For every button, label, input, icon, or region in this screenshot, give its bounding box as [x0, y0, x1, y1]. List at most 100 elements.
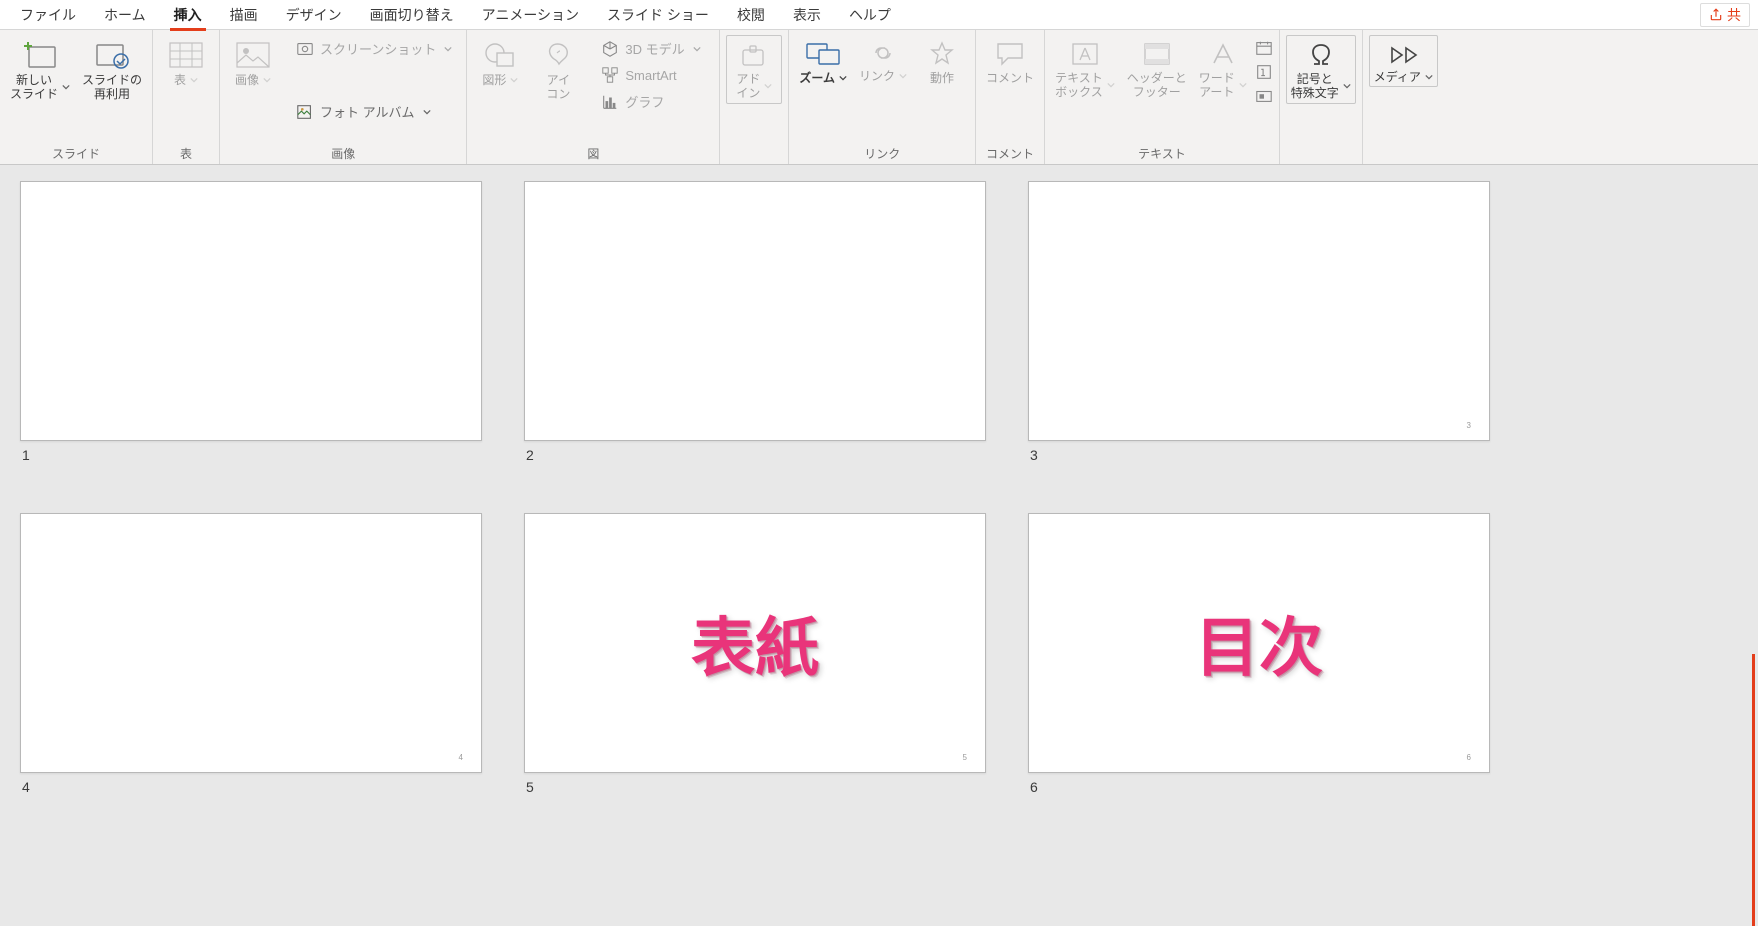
slide-item[interactable]: 2	[524, 181, 988, 463]
tab-file[interactable]: ファイル	[6, 0, 90, 30]
header-footer-icon	[1142, 41, 1172, 67]
textbox-button[interactable]: テキスト ボックス	[1051, 35, 1119, 102]
new-slide-button[interactable]: 新しい スライド	[6, 35, 74, 104]
tab-view[interactable]: 表示	[779, 0, 835, 30]
tab-review[interactable]: 校閲	[723, 0, 779, 30]
chart-button[interactable]: グラフ	[593, 88, 713, 115]
action-button[interactable]: 動作	[915, 35, 969, 87]
textbox-icon	[1070, 41, 1100, 67]
slide-item[interactable]: 表紙 5 5	[524, 513, 988, 795]
link-label: リンク	[859, 69, 895, 83]
slide-sorter-view[interactable]: 1 2 3 3 4 4 表紙 5 5	[0, 165, 1758, 926]
share-label: 共	[1727, 5, 1741, 25]
slide-page-footer: 5	[963, 753, 967, 762]
slide-item[interactable]: 目次 6 6	[1028, 513, 1492, 795]
icons-icon	[543, 41, 573, 69]
object-icon[interactable]	[1255, 87, 1273, 105]
addin-icon	[740, 44, 768, 68]
symbols-button[interactable]: 記号と 特殊文字	[1286, 35, 1356, 104]
slide-thumbnail[interactable]	[20, 181, 482, 441]
symbols-label: 記号と 特殊文字	[1291, 72, 1339, 101]
shapes-label: 図形	[482, 73, 506, 87]
group-symbols-label	[1286, 145, 1356, 164]
screenshot-icon	[296, 40, 314, 58]
screenshot-button[interactable]: スクリーンショット	[288, 35, 460, 62]
table-button[interactable]: 表	[159, 35, 213, 89]
chevron-down-icon	[62, 83, 70, 91]
tab-design[interactable]: デザイン	[272, 0, 356, 30]
group-slides: 新しい スライド スライドの 再利用 スライド	[0, 30, 153, 164]
section-marker	[1752, 654, 1755, 926]
tab-slideshow[interactable]: スライド ショー	[593, 0, 723, 30]
slide-thumbnail[interactable]: 表紙 5	[524, 513, 986, 773]
chevron-down-icon	[764, 82, 772, 90]
group-media-label	[1369, 145, 1438, 164]
shapes-icon	[483, 41, 517, 69]
3d-model-button[interactable]: 3D モデル	[593, 35, 713, 62]
tab-home[interactable]: ホーム	[90, 0, 160, 30]
link-button[interactable]: リンク	[855, 35, 911, 85]
chevron-down-icon	[839, 74, 847, 82]
new-slide-label: 新しい スライド	[10, 73, 58, 102]
slide-number: 3	[1028, 447, 1492, 463]
screenshot-label: スクリーンショット	[320, 39, 436, 58]
action-icon	[928, 41, 956, 67]
slide-title-text: 表紙	[525, 597, 985, 689]
group-tables-label: 表	[159, 142, 213, 164]
slide-item[interactable]: 4 4	[20, 513, 484, 795]
tab-insert[interactable]: 挿入	[160, 0, 216, 30]
group-comments: コメント コメント	[976, 30, 1045, 164]
share-button[interactable]: 共	[1700, 3, 1750, 27]
slide-grid: 1 2 3 3 4 4 表紙 5 5	[20, 181, 1758, 795]
photo-album-button[interactable]: フォト アルバム	[288, 98, 460, 125]
icons-label: アイ コン	[546, 73, 570, 102]
header-footer-button[interactable]: ヘッダーと フッター	[1123, 35, 1191, 102]
new-slide-icon	[23, 41, 57, 69]
wordart-button[interactable]: ワード アート	[1195, 35, 1251, 102]
addins-label: アド イン	[736, 72, 760, 101]
zoom-label: ズーム	[799, 71, 835, 85]
tab-transitions[interactable]: 画面切り替え	[356, 0, 468, 30]
group-text: テキスト ボックス ヘッダーと フッター ワード アート テキスト	[1045, 30, 1280, 164]
slide-thumbnail[interactable]: 3	[1028, 181, 1490, 441]
comment-label: コメント	[986, 71, 1034, 85]
zoom-button[interactable]: ズーム	[795, 35, 851, 87]
chevron-down-icon	[263, 76, 271, 84]
slide-thumbnail[interactable]: 4	[20, 513, 482, 773]
picture-button[interactable]: 画像	[226, 35, 280, 89]
tab-help[interactable]: ヘルプ	[835, 0, 905, 30]
slide-page-footer: 3	[1467, 421, 1471, 430]
tab-animations[interactable]: アニメーション	[468, 0, 593, 30]
addins-button[interactable]: アド イン	[726, 35, 782, 104]
group-comments-label: コメント	[982, 142, 1038, 164]
photo-album-label: フォト アルバム	[320, 102, 414, 121]
chevron-down-icon	[693, 45, 701, 53]
smartart-button[interactable]: SmartArt	[593, 62, 713, 88]
group-links-label: リンク	[795, 142, 969, 164]
slide-number-icon[interactable]	[1255, 63, 1273, 81]
slide-item[interactable]: 1	[20, 181, 484, 463]
reuse-slides-button[interactable]: スライドの 再利用	[78, 35, 146, 104]
slide-thumbnail[interactable]: 目次 6	[1028, 513, 1490, 773]
chevron-down-icon	[444, 45, 452, 53]
date-time-icon[interactable]	[1255, 39, 1273, 57]
group-addins: アド イン	[720, 30, 789, 164]
slide-thumbnail[interactable]	[524, 181, 986, 441]
table-icon	[168, 41, 204, 69]
slide-item[interactable]: 3 3	[1028, 181, 1492, 463]
share-icon	[1709, 8, 1723, 22]
chevron-down-icon	[1343, 82, 1351, 90]
slide-number: 1	[20, 447, 484, 463]
chevron-down-icon	[1107, 81, 1115, 89]
group-text-label: テキスト	[1051, 142, 1273, 164]
chevron-down-icon	[423, 108, 431, 116]
icons-button[interactable]: アイ コン	[531, 35, 585, 104]
group-symbols: 記号と 特殊文字	[1280, 30, 1363, 164]
tab-draw[interactable]: 描画	[216, 0, 272, 30]
cube-icon	[601, 40, 619, 58]
media-button[interactable]: メディア	[1369, 35, 1438, 87]
link-icon	[867, 41, 899, 65]
shapes-button[interactable]: 図形	[473, 35, 527, 89]
comment-button[interactable]: コメント	[982, 35, 1038, 87]
chevron-down-icon	[510, 76, 518, 84]
